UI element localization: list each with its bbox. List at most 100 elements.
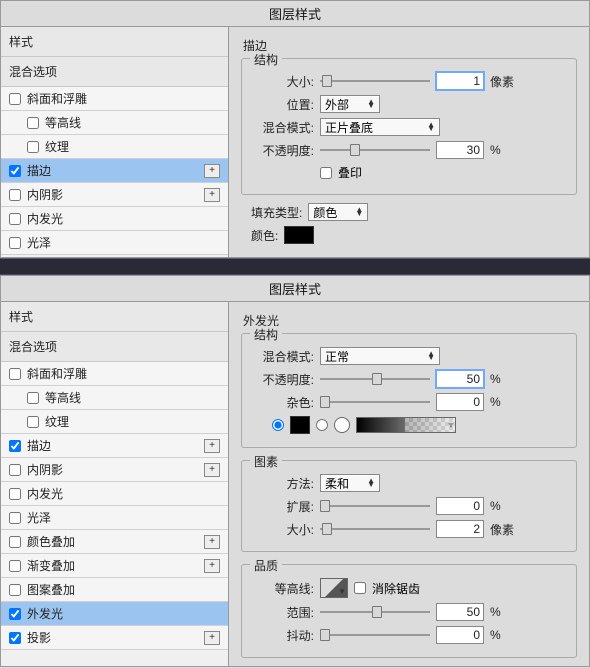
add-effect-button[interactable]: + (204, 164, 220, 178)
effect-checkbox[interactable] (9, 608, 21, 620)
jitter-label: 抖动: (252, 627, 314, 644)
glow-color-swatch[interactable] (290, 416, 310, 434)
effect-checkbox[interactable] (27, 392, 39, 404)
sidebar-item[interactable]: 等高线 (1, 386, 228, 410)
blend-mode-label: 混合模式: (252, 348, 314, 365)
effect-checkbox[interactable] (9, 560, 21, 572)
sidebar-item[interactable]: 斜面和浮雕 (1, 362, 228, 386)
range-input[interactable] (436, 603, 484, 621)
add-effect-button[interactable]: + (204, 631, 220, 645)
sidebar-header-styles[interactable]: 样式 (1, 27, 228, 57)
effect-checkbox[interactable] (9, 213, 21, 225)
sidebar-item-label: 描边 (27, 162, 204, 179)
sidebar-item[interactable]: 纹理 (1, 410, 228, 434)
noise-label: 杂色: (252, 394, 314, 411)
effect-checkbox[interactable] (9, 368, 21, 380)
overprint-label: 叠印 (338, 164, 362, 181)
overprint-checkbox[interactable] (320, 167, 332, 179)
opacity-slider[interactable] (320, 143, 430, 157)
add-effect-button[interactable]: + (204, 463, 220, 477)
sidebar-item[interactable]: 内阴影+ (1, 183, 228, 207)
gradient-color-circle[interactable] (334, 417, 350, 433)
effect-checkbox[interactable] (27, 141, 39, 153)
sidebar-item-label: 外发光 (27, 605, 220, 622)
size-input[interactable] (436, 72, 484, 90)
effect-checkbox[interactable] (27, 117, 39, 129)
size-input[interactable] (436, 520, 484, 538)
effect-checkbox[interactable] (9, 237, 21, 249)
add-effect-button[interactable]: + (204, 559, 220, 573)
sidebar-item[interactable]: 纹理 (1, 135, 228, 159)
sidebar-item-label: 渐变叠加 (27, 557, 204, 574)
gradient-radio[interactable] (316, 419, 328, 431)
contour-picker[interactable]: ▼ (320, 578, 348, 598)
sidebar-item[interactable]: 外发光 (1, 602, 228, 626)
noise-slider[interactable] (320, 395, 430, 409)
blend-mode-select[interactable]: 正常▲▼ (320, 347, 440, 365)
effect-checkbox[interactable] (9, 189, 21, 201)
sidebar-item[interactable]: 光泽 (1, 231, 228, 255)
dialog-title: 图层样式 (1, 1, 589, 27)
quality-legend: 品质 (250, 557, 282, 574)
sidebar-item[interactable]: 投影+ (1, 626, 228, 650)
sidebar-item[interactable]: 渐变叠加+ (1, 554, 228, 578)
add-effect-button[interactable]: + (204, 535, 220, 549)
sidebar-header-blend[interactable]: 混合选项 (1, 332, 228, 362)
spread-slider[interactable] (320, 499, 430, 513)
sidebar-item[interactable]: 图案叠加 (1, 578, 228, 602)
effect-checkbox[interactable] (9, 536, 21, 548)
effect-checkbox[interactable] (9, 464, 21, 476)
sidebar-header-blend[interactable]: 混合选项 (1, 57, 228, 87)
sidebar-item[interactable]: 内发光 (1, 482, 228, 506)
effect-checkbox[interactable] (27, 416, 39, 428)
effect-checkbox[interactable] (9, 93, 21, 105)
effect-checkbox[interactable] (9, 512, 21, 524)
fill-type-select[interactable]: 颜色▲▼ (308, 203, 368, 221)
outer-glow-settings: 外发光 结构 混合模式: 正常▲▼ 不透明度: % 杂色: % (229, 302, 589, 666)
sidebar-header-styles[interactable]: 样式 (1, 302, 228, 332)
jitter-input[interactable] (436, 626, 484, 644)
spread-input[interactable] (436, 497, 484, 515)
section-title: 描边 (243, 37, 577, 54)
range-slider[interactable] (320, 605, 430, 619)
sidebar-item[interactable]: 描边+ (1, 159, 228, 183)
size-label: 大小: (252, 521, 314, 538)
position-select[interactable]: 外部▲▼ (320, 95, 380, 113)
sidebar-item[interactable]: 内阴影+ (1, 458, 228, 482)
position-label: 位置: (252, 96, 314, 113)
effect-checkbox[interactable] (9, 584, 21, 596)
method-select[interactable]: 柔和▲▼ (320, 474, 380, 492)
opacity-label: 不透明度: (252, 142, 314, 159)
color-radio[interactable] (272, 419, 284, 431)
gradient-bar[interactable]: ▼ (356, 417, 456, 433)
effect-checkbox[interactable] (9, 440, 21, 452)
panel-divider (0, 258, 590, 275)
jitter-slider[interactable] (320, 628, 430, 642)
add-effect-button[interactable]: + (204, 439, 220, 453)
antialias-checkbox[interactable] (354, 582, 366, 594)
add-effect-button[interactable]: + (204, 188, 220, 202)
styles-sidebar: 样式 混合选项 斜面和浮雕等高线纹理描边+内阴影+内发光光泽 (1, 27, 229, 257)
opacity-input[interactable] (436, 370, 484, 388)
size-slider[interactable] (320, 522, 430, 536)
effect-checkbox[interactable] (9, 632, 21, 644)
sidebar-item[interactable]: 斜面和浮雕 (1, 87, 228, 111)
opacity-input[interactable] (436, 141, 484, 159)
blend-mode-select[interactable]: 正片叠底▲▼ (320, 118, 440, 136)
sidebar-item[interactable]: 颜色叠加+ (1, 530, 228, 554)
blend-mode-label: 混合模式: (252, 119, 314, 136)
noise-input[interactable] (436, 393, 484, 411)
sidebar-item[interactable]: 描边+ (1, 434, 228, 458)
size-slider[interactable] (320, 74, 430, 88)
sidebar-item[interactable]: 内发光 (1, 207, 228, 231)
method-label: 方法: (252, 475, 314, 492)
structure-legend: 结构 (250, 51, 282, 68)
sidebar-item[interactable]: 光泽 (1, 506, 228, 530)
sidebar-item-label: 描边 (27, 437, 204, 454)
sidebar-item[interactable]: 等高线 (1, 111, 228, 135)
color-swatch[interactable] (284, 226, 314, 244)
effect-checkbox[interactable] (9, 165, 21, 177)
opacity-slider[interactable] (320, 372, 430, 386)
sidebar-item-label: 内阴影 (27, 186, 204, 203)
effect-checkbox[interactable] (9, 488, 21, 500)
